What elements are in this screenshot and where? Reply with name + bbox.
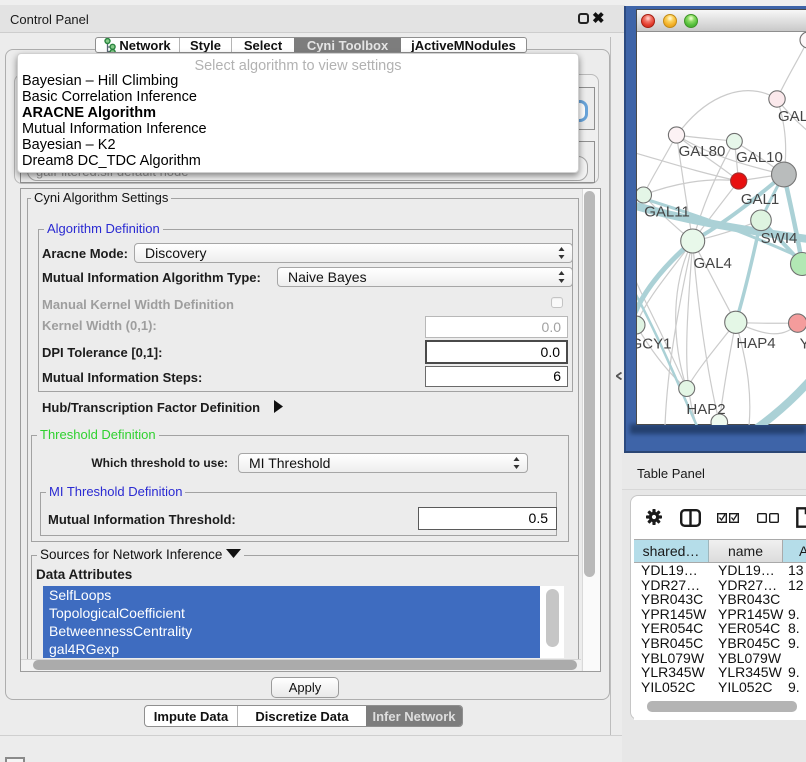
svg-text:SWI4: SWI4 (761, 230, 798, 247)
svg-text:GAL11: GAL11 (644, 203, 690, 220)
svg-text:GAL4: GAL4 (694, 255, 732, 272)
svg-text:GAL8: GAL8 (778, 108, 806, 125)
svg-text:YE: YE (800, 336, 806, 353)
svg-text:GAL80: GAL80 (679, 143, 726, 160)
svg-text:HAP2: HAP2 (686, 401, 725, 418)
svg-text:HAP4: HAP4 (736, 335, 775, 352)
svg-text:GAL1: GAL1 (741, 191, 779, 208)
svg-text:GCY1: GCY1 (637, 335, 671, 352)
svg-text:GAL10: GAL10 (736, 149, 783, 166)
